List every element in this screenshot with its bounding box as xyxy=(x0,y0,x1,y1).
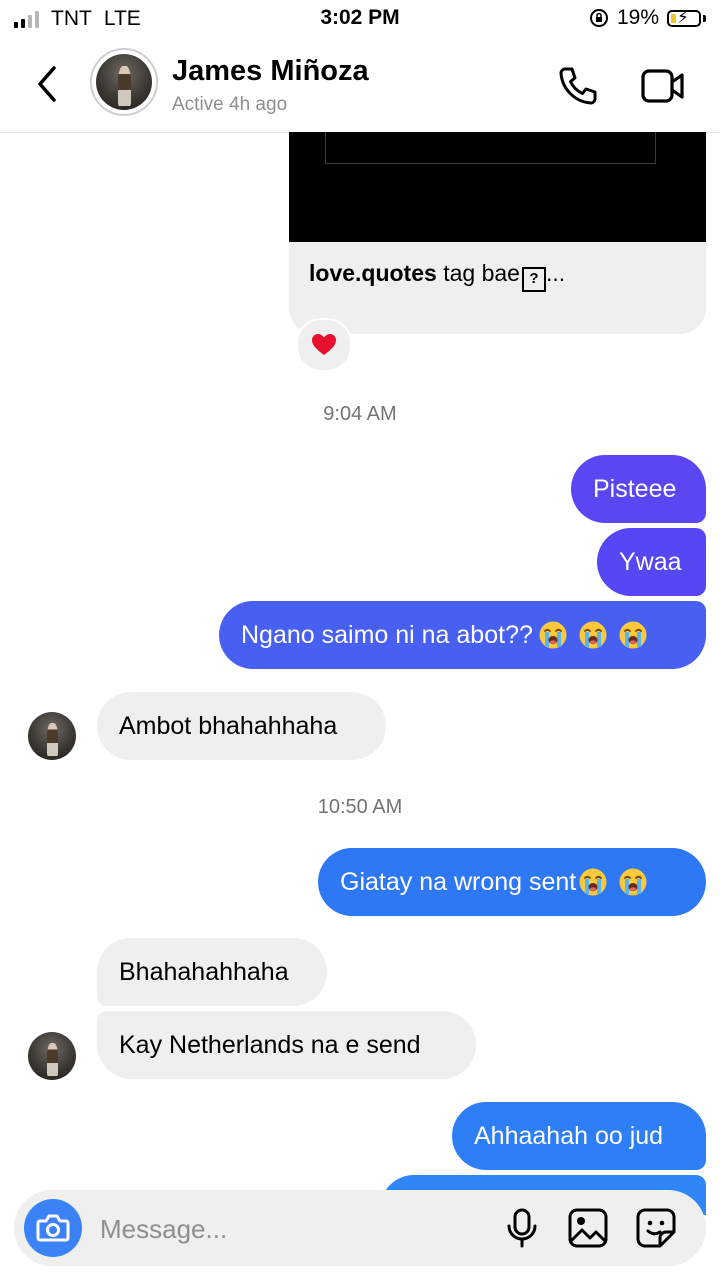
outgoing-message[interactable]: Giatay na wrong sent xyxy=(318,848,706,916)
sticker-icon[interactable] xyxy=(636,1208,676,1248)
battery-icon: ⚡ xyxy=(667,7,701,27)
crying-face-emoji-icon xyxy=(618,867,648,897)
crying-face-emoji-icon xyxy=(618,620,648,650)
crying-face-emoji-icon xyxy=(578,620,608,650)
incoming-message[interactable]: Bhahahahhaha xyxy=(97,938,327,1006)
message-text: Kay Netherlands na e send xyxy=(119,1031,421,1059)
unknown-glyph-icon: ? xyxy=(521,267,546,292)
post-ellipsis: ... xyxy=(545,260,566,286)
avatar[interactable] xyxy=(28,712,76,760)
message-text: Bhahahahhaha xyxy=(119,958,289,986)
timestamp: 9:04 AM xyxy=(323,403,397,425)
phone-icon[interactable] xyxy=(556,64,600,108)
chevron-left-icon[interactable] xyxy=(30,62,66,106)
outgoing-message[interactable]: Ngano saimo ni na abot?? xyxy=(219,601,706,669)
crying-face-emoji-icon xyxy=(578,867,608,897)
message-text: Giatay na wrong sent xyxy=(340,868,577,896)
camera-button[interactable] xyxy=(24,1199,82,1257)
microphone-icon[interactable] xyxy=(502,1208,542,1248)
status-bar: TNT LTE 3:02 PM 19% ⚡ xyxy=(0,0,720,40)
avatar[interactable] xyxy=(90,48,158,116)
status-right: 19% ⚡ xyxy=(589,6,706,30)
message-text: Ahhaahah oo jud xyxy=(474,1122,664,1150)
timestamp: 10:50 AM xyxy=(317,796,403,818)
battery-percent: 19% xyxy=(616,6,659,29)
charging-icon: ⚡ xyxy=(677,7,689,27)
message-input[interactable] xyxy=(98,1208,482,1250)
heart-reaction[interactable] xyxy=(296,318,352,372)
avatar-image xyxy=(96,54,152,110)
chat-header: James Miñoza Active 4h ago xyxy=(0,40,720,133)
post-username: love.quotes xyxy=(309,260,437,286)
battery-fill xyxy=(671,13,676,23)
image-icon[interactable] xyxy=(568,1208,608,1248)
camera-icon xyxy=(36,1214,70,1242)
shared-post-caption[interactable]: love.quotes tag bae?... xyxy=(289,242,706,334)
avatar[interactable] xyxy=(28,1032,76,1080)
video-camera-icon[interactable] xyxy=(640,64,686,108)
incoming-message[interactable]: Ambot bhahahhaha xyxy=(97,692,386,760)
shared-post-image[interactable] xyxy=(289,132,706,242)
message-text: Ambot bhahahhaha xyxy=(119,712,338,740)
outgoing-message[interactable]: Pisteee xyxy=(571,455,706,523)
message-text: Ywaa xyxy=(619,548,682,576)
message-composer xyxy=(14,1190,706,1266)
outgoing-message[interactable]: Ahhaahah oo jud xyxy=(452,1102,706,1170)
post-caption: tag bae xyxy=(443,260,520,286)
orientation-lock-icon xyxy=(589,9,608,27)
incoming-message[interactable]: Kay Netherlands na e send xyxy=(97,1011,476,1079)
crying-face-emoji-icon xyxy=(538,620,568,650)
contact-status: Active 4h ago xyxy=(172,94,288,115)
message-text: Pisteee xyxy=(593,475,677,503)
contact-name[interactable]: James Miñoza xyxy=(172,55,369,88)
message-text: Ngano saimo ni na abot?? xyxy=(241,621,533,649)
heart-icon xyxy=(312,334,336,355)
outgoing-message[interactable]: Ywaa xyxy=(597,528,706,596)
